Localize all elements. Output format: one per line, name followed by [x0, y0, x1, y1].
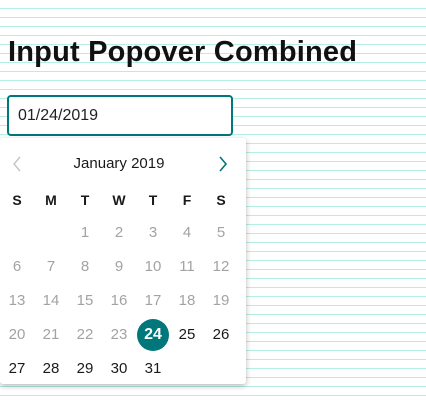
calendar-day-disabled: 13 — [8, 292, 26, 309]
calendar-day-disabled: 20 — [8, 326, 26, 343]
calendar-day-disabled: 21 — [42, 326, 60, 343]
calendar-day-disabled: 23 — [110, 326, 128, 343]
month-label: January 2019 — [73, 155, 165, 172]
calendar-day[interactable]: 30 — [102, 353, 136, 385]
calendar-day-disabled: 5 — [216, 224, 226, 241]
next-month-button[interactable] — [211, 152, 235, 176]
calendar-day-selected[interactable]: 24 — [136, 319, 170, 351]
calendar-day[interactable]: 27 — [0, 353, 34, 385]
calendar-day-disabled: 7 — [46, 258, 56, 275]
calendar-popover: January 2019 S M T W T F S 1 2 3 4 5 6 7 8 9 10 11… — [0, 138, 246, 384]
calendar-week-row: 13 14 15 16 17 18 19 — [0, 285, 246, 317]
page-title: Input Popover Combined — [8, 36, 358, 68]
calendar-header: January 2019 — [0, 138, 246, 190]
calendar-day-disabled: 19 — [212, 292, 230, 309]
calendar-day-disabled: 1 — [80, 224, 90, 241]
calendar-day-disabled: 16 — [110, 292, 128, 309]
calendar-day-disabled: 2 — [114, 224, 124, 241]
day-number: 24 — [144, 326, 162, 343]
calendar-day-disabled: 17 — [144, 292, 162, 309]
calendar-day-disabled: 6 — [12, 258, 22, 275]
calendar-day-disabled: 15 — [76, 292, 94, 309]
calendar-day-disabled: 14 — [42, 292, 60, 309]
calendar-week-row: 20 21 22 23 24 25 26 — [0, 319, 246, 351]
weekday-label: T — [80, 192, 90, 208]
calendar-day-disabled: 4 — [182, 224, 192, 241]
calendar-day-disabled: 3 — [148, 224, 158, 241]
calendar-day-disabled: 10 — [144, 258, 162, 275]
calendar-day-disabled: 11 — [179, 258, 195, 275]
calendar-day-disabled: 18 — [178, 292, 196, 309]
weekday-label: S — [216, 192, 226, 208]
chevron-right-icon — [219, 156, 228, 172]
weekday-label: T — [148, 192, 158, 208]
calendar-day-disabled: 12 — [212, 258, 230, 275]
date-input[interactable] — [7, 95, 233, 136]
weekday-label: M — [45, 192, 57, 208]
calendar-day[interactable]: 29 — [68, 353, 102, 385]
calendar-day[interactable]: 26 — [204, 319, 238, 351]
calendar-day-disabled: 8 — [80, 258, 90, 275]
calendar-day[interactable]: 28 — [34, 353, 68, 385]
calendar-week-row: 1 2 3 4 5 — [0, 217, 246, 249]
weekday-header-row: S M T W T F S — [0, 192, 246, 212]
calendar-day[interactable]: 25 — [170, 319, 204, 351]
calendar-day-disabled: 22 — [76, 326, 94, 343]
weekday-label: F — [182, 192, 192, 208]
weekday-label: W — [112, 192, 126, 208]
weekday-label: S — [12, 192, 22, 208]
calendar-week-row: 6 7 8 9 10 11 12 — [0, 251, 246, 283]
calendar-day[interactable]: 31 — [136, 353, 170, 385]
calendar-week-row: 27 28 29 30 31 — [0, 353, 246, 385]
calendar-day-disabled: 9 — [114, 258, 124, 275]
